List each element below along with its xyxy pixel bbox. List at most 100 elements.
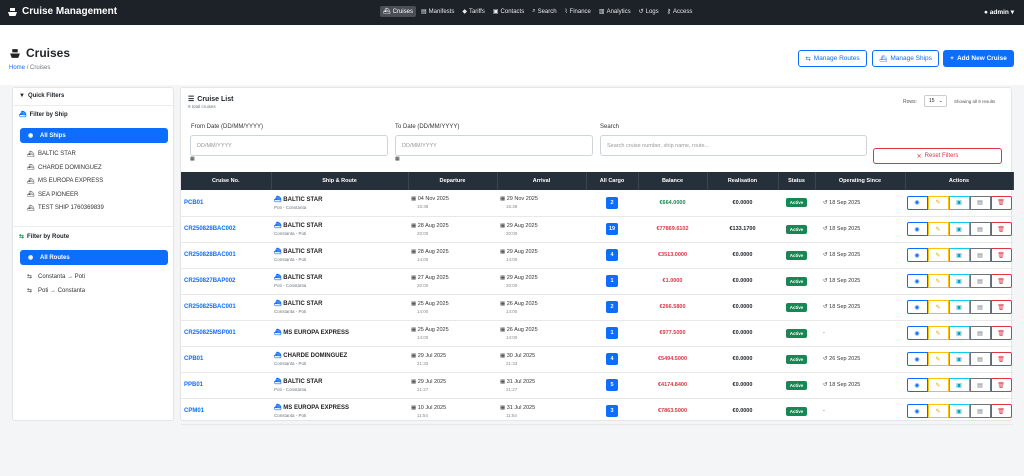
cruise-number-link[interactable]: PCB01 (181, 190, 271, 217)
view-button[interactable]: ◉ (906, 352, 928, 366)
route-filter-item[interactable]: ⇆ Poti → Constanta (20, 283, 168, 298)
delete-button[interactable]: 🗑 (990, 404, 1012, 418)
cruise-number-link[interactable]: CPM01 (181, 398, 271, 425)
calendar-icon[interactable]: ▦ (190, 156, 195, 162)
nav-item-search[interactable]: ⌕ Search (529, 6, 559, 17)
calendar-icon: ▦ (411, 274, 418, 281)
cruise-number-link[interactable]: PPB01 (181, 372, 271, 399)
view-button[interactable]: ◉ (906, 300, 928, 314)
edit-button[interactable]: ✎ (927, 404, 949, 418)
nav-item-cruises[interactable]: ⛴ Cruises (380, 6, 416, 17)
view-button[interactable]: ◉ (906, 248, 928, 262)
nav-item-analytics[interactable]: ▥ Analytics (596, 6, 634, 17)
status-badge: Active (785, 276, 808, 286)
view-button[interactable]: ◉ (906, 222, 928, 236)
edit-button[interactable]: ✎ (927, 300, 949, 314)
archive-button[interactable]: ▤ (969, 274, 991, 288)
archive-button[interactable]: ▤ (969, 378, 991, 392)
nav-item-label: Logs (645, 8, 659, 15)
manage-ships-button[interactable]: ⛴ Manage Ships (872, 50, 939, 67)
cruise-number-link[interactable]: CR250825MSP001 (181, 320, 271, 347)
copy-icon: ▣ (956, 304, 962, 311)
route-filter-item[interactable]: ◉ All Routes (20, 250, 168, 265)
delete-button[interactable]: 🗑 (990, 274, 1012, 288)
view-button[interactable]: ◉ (906, 378, 928, 392)
cruise-number-link[interactable]: CR250828BAC002 (181, 216, 271, 243)
cargo-count-badge[interactable]: 19 (606, 223, 618, 235)
ship-filter-label: CHARDE DOMINGUEZ (38, 164, 102, 171)
archive-button[interactable]: ▤ (969, 404, 991, 418)
copy-button[interactable]: ▣ (948, 195, 970, 210)
view-button[interactable]: ◉ (906, 404, 928, 418)
cruise-number-link[interactable]: CPB01 (181, 346, 271, 373)
breadcrumb-home[interactable]: Home (9, 65, 25, 71)
copy-button[interactable]: ▣ (948, 326, 970, 340)
ship-filter-item[interactable]: ⛴ TEST SHIP 1760369839 (20, 201, 168, 216)
archive-button[interactable]: ▤ (969, 326, 991, 340)
brand[interactable]: Cruise Management (7, 6, 117, 17)
copy-button[interactable]: ▣ (948, 404, 970, 418)
cruise-number-link[interactable]: CR250825BAC001 (181, 294, 271, 321)
edit-button[interactable]: ✎ (927, 378, 949, 392)
status-cell: Active (778, 242, 815, 269)
delete-button[interactable]: 🗑 (990, 352, 1012, 366)
cargo-count-badge[interactable]: 4 (606, 353, 618, 365)
cargo-count-badge[interactable]: 2 (606, 301, 618, 313)
delete-button[interactable]: 🗑 (990, 300, 1012, 314)
edit-button[interactable]: ✎ (927, 326, 949, 340)
archive-button[interactable]: ▤ (969, 222, 991, 236)
archive-button[interactable]: ▤ (969, 248, 991, 262)
nav-item-logs[interactable]: ↺ Logs (636, 6, 662, 17)
edit-button[interactable]: ✎ (927, 248, 949, 262)
calendar-icon[interactable]: ▦ (395, 156, 400, 162)
copy-button[interactable]: ▣ (948, 274, 970, 288)
copy-button[interactable]: ▣ (948, 300, 970, 314)
copy-button[interactable]: ▣ (948, 352, 970, 366)
delete-button[interactable]: 🗑 (990, 195, 1012, 210)
add-new-cruise-button[interactable]: + Add New Cruise (943, 50, 1014, 67)
calendar-icon: ▦ (500, 222, 507, 229)
edit-button[interactable]: ✎ (927, 195, 949, 210)
to-date-input[interactable]: DD/MM/YYYY (395, 135, 593, 156)
cargo-count-badge[interactable]: 5 (606, 379, 618, 391)
archive-button[interactable]: ▤ (969, 352, 991, 366)
view-button[interactable]: ◉ (906, 326, 928, 340)
cargo-count-badge[interactable]: 2 (606, 196, 618, 209)
copy-button[interactable]: ▣ (948, 378, 970, 392)
nav-item-tariffs[interactable]: ◆ Tariffs (459, 6, 488, 17)
cargo-count-badge[interactable]: 1 (606, 327, 618, 339)
copy-button[interactable]: ▣ (948, 248, 970, 262)
view-button[interactable]: ◉ (906, 195, 928, 210)
archive-button[interactable]: ▤ (969, 300, 991, 314)
edit-button[interactable]: ✎ (927, 274, 949, 288)
cargo-count-badge[interactable]: 3 (606, 405, 618, 417)
rows-per-page-select[interactable]: 15 ⌄ (924, 95, 947, 107)
route-filter-item[interactable]: ⇆ Constanta → Poti (20, 269, 168, 284)
delete-button[interactable]: 🗑 (990, 326, 1012, 340)
archive-button[interactable]: ▤ (969, 195, 991, 210)
from-date-input[interactable]: DD/MM/YYYY (190, 135, 388, 156)
cargo-count-badge[interactable]: 1 (606, 275, 618, 287)
nav-item-manifests[interactable]: ▤ Manifests (418, 6, 457, 17)
table-row: CR250825BAC001 ⛴ BALTIC STAR Constanta - P… (181, 294, 1013, 321)
reset-filters-button[interactable]: ✕ Reset Filters (873, 148, 1002, 164)
delete-button[interactable]: 🗑 (990, 378, 1012, 392)
operating-since: - (823, 408, 825, 414)
nav-item-access[interactable]: ⚷ Access (664, 6, 696, 17)
ship-filter-item[interactable]: ◉ All Ships (20, 128, 168, 143)
search-input[interactable]: Search cruise number, ship name, route..… (600, 135, 867, 156)
date-text: 29 Aug 2025 (506, 274, 538, 281)
edit-button[interactable]: ✎ (927, 352, 949, 366)
edit-button[interactable]: ✎ (927, 222, 949, 236)
nav-item-contacts[interactable]: ▣ Contacts (490, 6, 527, 17)
cruise-number-link[interactable]: CR250828BAC001 (181, 242, 271, 269)
manage-routes-button[interactable]: ⇆ Manage Routes (798, 50, 867, 67)
nav-item-finance[interactable]: ⌇ Finance (562, 6, 594, 17)
cargo-count-badge[interactable]: 4 (606, 249, 618, 261)
view-button[interactable]: ◉ (906, 274, 928, 288)
user-menu[interactable]: ● admin ▾ (984, 8, 1014, 16)
delete-button[interactable]: 🗑 (990, 222, 1012, 236)
delete-button[interactable]: 🗑 (990, 248, 1012, 262)
copy-button[interactable]: ▣ (948, 222, 970, 236)
cruise-number-link[interactable]: CR250827BAP002 (181, 268, 271, 295)
